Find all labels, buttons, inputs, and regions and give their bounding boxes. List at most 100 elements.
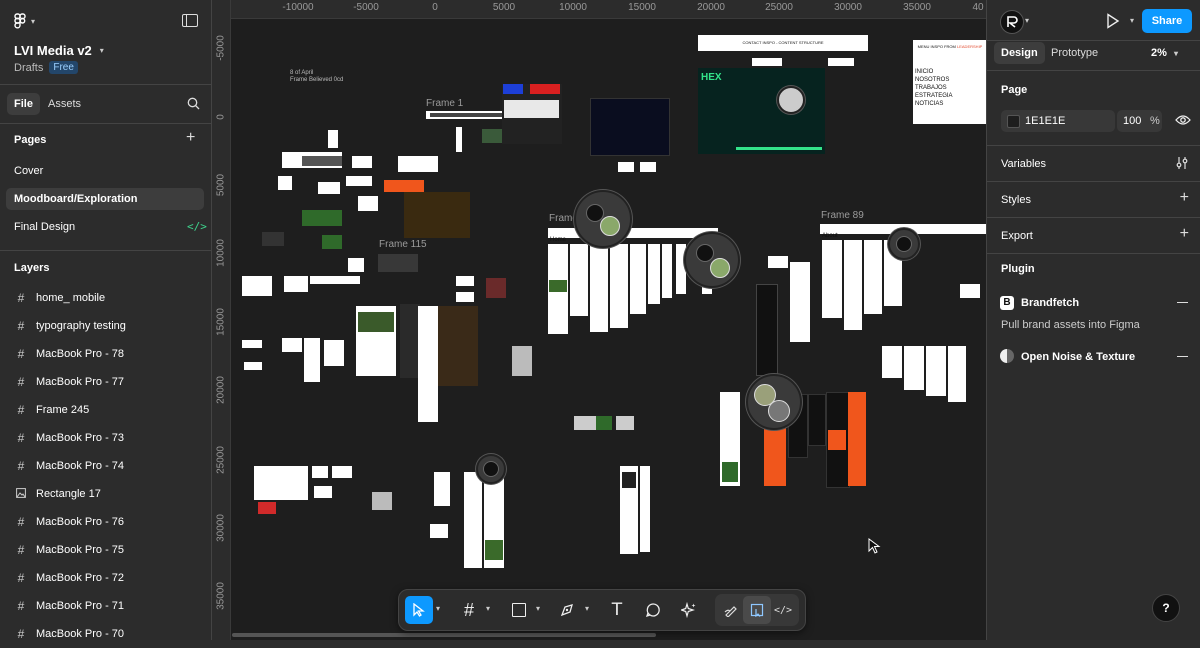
layer-item[interactable]: # MacBook Pro - 71 <box>0 592 210 620</box>
frame-thumbnail[interactable] <box>278 176 292 190</box>
move-tool-button[interactable] <box>405 596 433 624</box>
frame-thumbnail[interactable] <box>318 182 340 194</box>
frame-thumbnail[interactable] <box>244 362 262 370</box>
frame-thumbnail[interactable] <box>456 276 474 286</box>
frame-thumbnail[interactable] <box>434 472 450 506</box>
frame-thumbnail[interactable] <box>302 210 342 226</box>
contact-inspo-frame[interactable]: CONTACT INSPO - CONTENT STRUCTURE <box>698 35 868 51</box>
layer-item[interactable]: # MacBook Pro - 70 <box>0 620 210 648</box>
remove-plugin-icon[interactable] <box>1177 302 1188 304</box>
frame-thumbnail[interactable] <box>960 284 980 298</box>
frame-label[interactable]: Frame 89 <box>821 210 864 221</box>
frame-thumbnail[interactable] <box>332 466 352 478</box>
frame-thumbnail[interactable] <box>378 254 418 272</box>
plugin-open-noise[interactable]: Open Noise & Texture <box>987 346 1200 368</box>
horizontal-scrollbar[interactable] <box>232 633 656 637</box>
canvas-note[interactable]: 8 of April Frame Believed 0cd <box>290 70 343 84</box>
layer-item[interactable]: Rectangle 17 <box>0 480 210 508</box>
frame-thumbnail[interactable] <box>844 240 862 330</box>
frame-thumbnail[interactable] <box>322 235 342 249</box>
frame-thumbnail[interactable] <box>304 338 320 382</box>
chevron-down-icon[interactable]: ▾ <box>486 604 490 613</box>
tab-design[interactable]: Design <box>994 42 1045 64</box>
frame-thumbnail[interactable] <box>790 262 810 342</box>
frame-thumbnail[interactable] <box>242 340 262 348</box>
layer-item[interactable]: # MacBook Pro - 77 <box>0 368 210 396</box>
draw-mode-button[interactable] <box>717 596 745 624</box>
collaborator-cursor-avatar[interactable] <box>777 86 805 114</box>
frame-thumbnail[interactable] <box>808 394 826 446</box>
menu-inspo-frame[interactable]: MENU INSPO FROM LEADERSHIP INICIO NOSOTR… <box>913 40 986 124</box>
frame-label[interactable]: Frame 115 <box>379 239 427 250</box>
frame-thumbnail[interactable] <box>400 304 420 378</box>
dev-mode-code-icon[interactable]: </> <box>187 220 207 233</box>
search-icon[interactable] <box>187 97 200 110</box>
frame-thumbnail[interactable] <box>282 338 302 352</box>
frame-thumbnail[interactable] <box>456 127 462 152</box>
add-style-icon[interactable]: + <box>1180 189 1189 207</box>
frame-thumbnail[interactable] <box>948 346 966 402</box>
frame-thumbnail[interactable] <box>430 524 448 538</box>
frame-thumbnail[interactable] <box>254 466 308 500</box>
frame-thumbnail[interactable] <box>640 466 650 552</box>
canvas[interactable]: -10000 -5000 0 5000 10000 15000 20000 25… <box>212 0 986 640</box>
eye-visibility-icon[interactable] <box>1175 114 1191 126</box>
tab-file[interactable]: File <box>7 93 40 115</box>
frame-thumbnail[interactable] <box>610 244 628 328</box>
chevron-down-icon[interactable]: ▾ <box>1025 16 1029 25</box>
frame-thumbnail[interactable] <box>590 98 670 156</box>
drafts-link[interactable]: Drafts <box>14 62 43 74</box>
frame-thumbnail[interactable] <box>358 196 378 211</box>
frame-thumbnail[interactable] <box>346 176 372 186</box>
collaborator-cursor-avatar[interactable] <box>888 228 920 260</box>
hex-site-frame[interactable]: HEX <box>698 68 825 154</box>
frame-thumbnail[interactable] <box>464 472 482 568</box>
add-page-icon[interactable]: + <box>186 129 195 147</box>
chevron-down-icon[interactable]: ▾ <box>585 604 589 613</box>
rectangle-tool-button[interactable] <box>505 596 533 624</box>
frame-thumbnail[interactable] <box>372 492 392 510</box>
layer-item[interactable]: # MacBook Pro - 76 <box>0 508 210 536</box>
frame-thumbnail[interactable] <box>310 276 360 284</box>
frame-thumbnail[interactable] <box>314 486 332 498</box>
collaborator-cursor-avatar[interactable] <box>476 454 506 484</box>
styles-section-title[interactable]: Styles <box>1001 194 1031 206</box>
frame-thumbnail[interactable] <box>904 346 924 390</box>
frame-thumbnail[interactable] <box>284 276 308 292</box>
frame-thumbnail[interactable] <box>398 156 438 172</box>
frame-thumbnail[interactable] <box>574 416 596 430</box>
frame-thumbnail[interactable] <box>618 162 634 172</box>
frame-thumbnail[interactable] <box>926 346 946 396</box>
frame-thumbnail[interactable] <box>404 192 470 238</box>
layer-item[interactable]: # typography testing <box>0 312 210 340</box>
collaborator-cursor-avatar[interactable] <box>574 190 632 248</box>
chevron-down-icon[interactable]: ▾ <box>436 604 440 613</box>
dev-mode-button[interactable]: </> <box>769 596 797 624</box>
frame-thumbnail[interactable] <box>418 306 438 422</box>
frame-thumbnail[interactable] <box>882 346 902 378</box>
frame-thumbnail[interactable] <box>486 278 506 298</box>
tab-prototype[interactable]: Prototype <box>1051 42 1098 64</box>
frame-thumbnail[interactable] <box>864 240 882 314</box>
frame-thumbnail[interactable] <box>590 244 608 332</box>
frame-thumbnail[interactable] <box>328 130 338 148</box>
share-button[interactable]: Share <box>1142 9 1192 33</box>
frame-thumbnail[interactable] <box>756 284 778 376</box>
chevron-down-icon[interactable]: ▾ <box>1130 16 1134 25</box>
layer-item[interactable]: # MacBook Pro - 73 <box>0 424 210 452</box>
frame-thumbnail[interactable] <box>262 232 284 246</box>
frame-thumbnail[interactable] <box>512 346 532 376</box>
layer-item[interactable]: # MacBook Pro - 72 <box>0 564 210 592</box>
main-menu-button[interactable]: ▾ <box>14 13 35 29</box>
user-avatar[interactable] <box>1000 10 1024 34</box>
layer-item[interactable]: # MacBook Pro - 74 <box>0 452 210 480</box>
frame-thumbnail[interactable] <box>596 416 612 430</box>
frame-thumbnail[interactable] <box>312 466 328 478</box>
comment-tool-button[interactable] <box>639 596 667 624</box>
page-item-cover[interactable]: Cover <box>6 160 204 182</box>
color-swatch[interactable] <box>1007 115 1020 128</box>
pen-tool-button[interactable] <box>553 596 581 624</box>
frame-thumbnail[interactable] <box>768 256 788 268</box>
frame-thumbnail[interactable] <box>848 392 866 486</box>
actions-tool-button[interactable] <box>675 596 703 624</box>
